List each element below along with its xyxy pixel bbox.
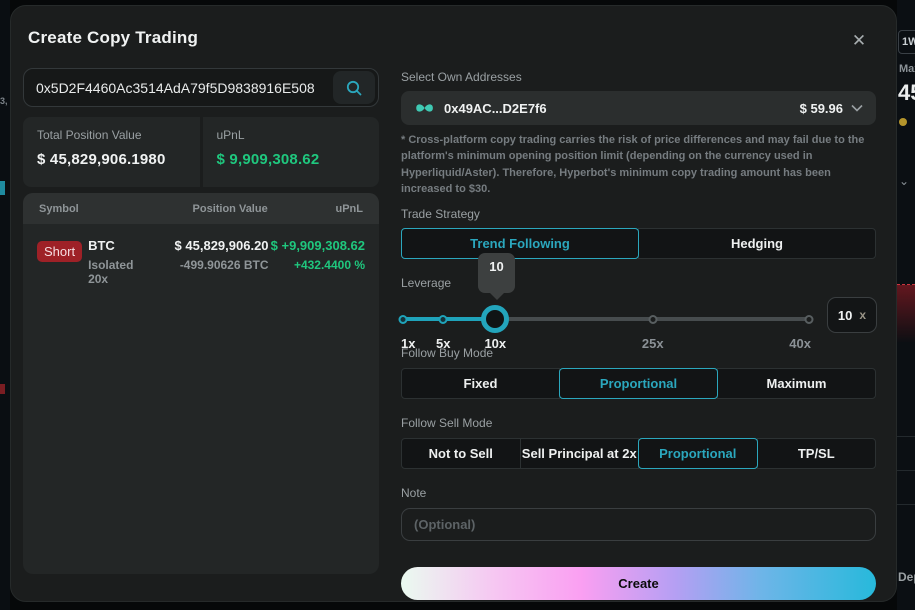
upnl-value: $ 9,909,308.62: [216, 151, 320, 168]
background-red-marker: [0, 384, 5, 394]
create-copy-trading-modal: Create Copy Trading ✕ Total Position Val…: [10, 5, 897, 602]
note-label: Note: [401, 486, 427, 500]
wallet-logo-icon: [416, 104, 433, 112]
address-balance: $ 59.96: [799, 100, 843, 116]
chevron-down-icon: [851, 104, 863, 112]
background-teal-marker: [0, 181, 5, 195]
header-upnl: uPnL: [335, 203, 364, 215]
position-amount: -499.90626 BTC: [179, 258, 269, 272]
search-icon: [346, 80, 362, 95]
background-divider: [897, 504, 915, 505]
leverage-label: Leverage: [401, 276, 452, 290]
leverage-slider[interactable]: 1x 5x 10x 25x 40x: [398, 302, 814, 352]
symbol-stack: BTC Isolated 20x: [88, 238, 148, 286]
background-price-fragment: 45: [898, 80, 915, 105]
positions-column: Total Position Value $ 45,829,906.1980 u…: [23, 68, 379, 574]
background-deposit-fragment: Dep: [898, 570, 915, 584]
background-divider: [897, 470, 915, 471]
row-upnl-pct: +432.4400 %: [293, 258, 365, 272]
total-position-value-card: Total Position Value $ 45,829,906.1980: [23, 117, 200, 187]
note-input[interactable]: [401, 508, 876, 541]
follow-sell-mode-label: Follow Sell Mode: [401, 416, 493, 430]
sell-mode-proportional-button[interactable]: Proportional: [638, 438, 758, 469]
sell-mode-principal-2x-button[interactable]: Sell Principal at 2x: [519, 438, 639, 469]
strategy-hedging-button[interactable]: Hedging: [638, 228, 876, 259]
background-yellow-dot: [899, 118, 907, 126]
select-addresses-label: Select Own Addresses: [401, 70, 522, 84]
leverage-unit: x: [859, 308, 867, 322]
follow-buy-mode-group: Fixed Proportional Maximum: [401, 368, 876, 399]
positions-table-header: Symbol Position Value uPnL: [23, 193, 379, 224]
total-position-value: $ 45,829,906.1980: [37, 151, 166, 168]
chevron-down-icon: ⌄: [899, 174, 910, 188]
row-upnl: $ +9,909,308.62: [270, 238, 365, 253]
table-row[interactable]: Short BTC Isolated 20x $ 45,829,906.20 -…: [23, 224, 379, 286]
tick-5x[interactable]: [438, 315, 448, 324]
leverage-tooltip: 10: [478, 253, 515, 293]
page-root: 3, 1W Max 45 ⌄ Dep Create Copy Trading ✕: [0, 0, 915, 610]
selected-address: 0x49AC...D2E7f6: [444, 100, 547, 116]
background-chart-fragment: [897, 284, 915, 342]
upnl-label: uPnL: [216, 128, 245, 142]
short-badge: Short: [37, 241, 83, 262]
tick-40x[interactable]: [804, 315, 814, 324]
tick-label-40x[interactable]: 40x: [789, 336, 811, 351]
follow-sell-mode-group: Not to Sell Sell Principal at 2x Proport…: [401, 438, 876, 469]
search-button[interactable]: [333, 71, 375, 104]
modal-title: Create Copy Trading: [28, 28, 199, 47]
symbol-cell: Short BTC Isolated 20x: [37, 238, 148, 286]
risk-warning-text: * Cross-platform copy trading carries th…: [401, 134, 865, 195]
background-text-fragment: 3,: [0, 96, 8, 106]
header-position-value: Position Value: [192, 203, 268, 215]
background-timeframe-badge: 1W: [898, 30, 915, 54]
trade-strategy-label: Trade Strategy: [401, 207, 480, 221]
symbol-name: BTC: [88, 238, 115, 253]
address-search-box: [23, 68, 379, 107]
position-value: $ 45,829,906.20: [174, 238, 269, 253]
sell-mode-tpsl-button[interactable]: TP/SL: [756, 438, 876, 469]
background-max-label: Max: [899, 63, 915, 75]
background-app-right: 1W Max 45 ⌄ Dep: [897, 0, 915, 610]
settings-column: Select Own Addresses 0x49AC...D2E7f6 $ 5…: [398, 6, 886, 601]
buy-mode-proportional-button[interactable]: Proportional: [559, 368, 718, 399]
tick-1x[interactable]: [398, 315, 408, 324]
upnl-cell: $ +9,909,308.62 +432.4400 %: [269, 238, 365, 286]
background-divider: [897, 436, 915, 437]
positions-table: Symbol Position Value uPnL Short BTC Iso…: [23, 193, 379, 574]
sell-mode-not-to-sell-button[interactable]: Not to Sell: [401, 438, 521, 469]
buy-mode-fixed-button[interactable]: Fixed: [401, 368, 560, 399]
leverage-value-input[interactable]: 10 x: [827, 297, 877, 333]
stats-row: Total Position Value $ 45,829,906.1980 u…: [23, 117, 379, 187]
buy-mode-maximum-button[interactable]: Maximum: [717, 368, 876, 399]
upnl-card: uPnL $ 9,909,308.62: [202, 117, 379, 187]
leverage-value: 10: [837, 307, 853, 323]
margin-mode: Isolated 20x: [88, 258, 134, 286]
header-symbol: Symbol: [39, 203, 79, 215]
tick-25x[interactable]: [648, 315, 658, 324]
position-value-cell: $ 45,829,906.20 -499.90626 BTC: [148, 238, 269, 286]
create-button[interactable]: Create: [401, 567, 876, 600]
address-search-input[interactable]: [24, 69, 333, 106]
total-position-value-label: Total Position Value: [37, 128, 142, 142]
address-select-dropdown[interactable]: 0x49AC...D2E7f6 $ 59.96: [401, 91, 876, 125]
follow-buy-mode-label: Follow Buy Mode: [401, 346, 494, 360]
trade-strategy-group: Trend Following Hedging: [401, 228, 876, 259]
background-app-left: 3,: [0, 0, 10, 610]
slider-handle[interactable]: [481, 305, 510, 333]
tick-label-25x[interactable]: 25x: [642, 336, 664, 351]
strategy-trend-following-button[interactable]: Trend Following: [401, 228, 639, 259]
